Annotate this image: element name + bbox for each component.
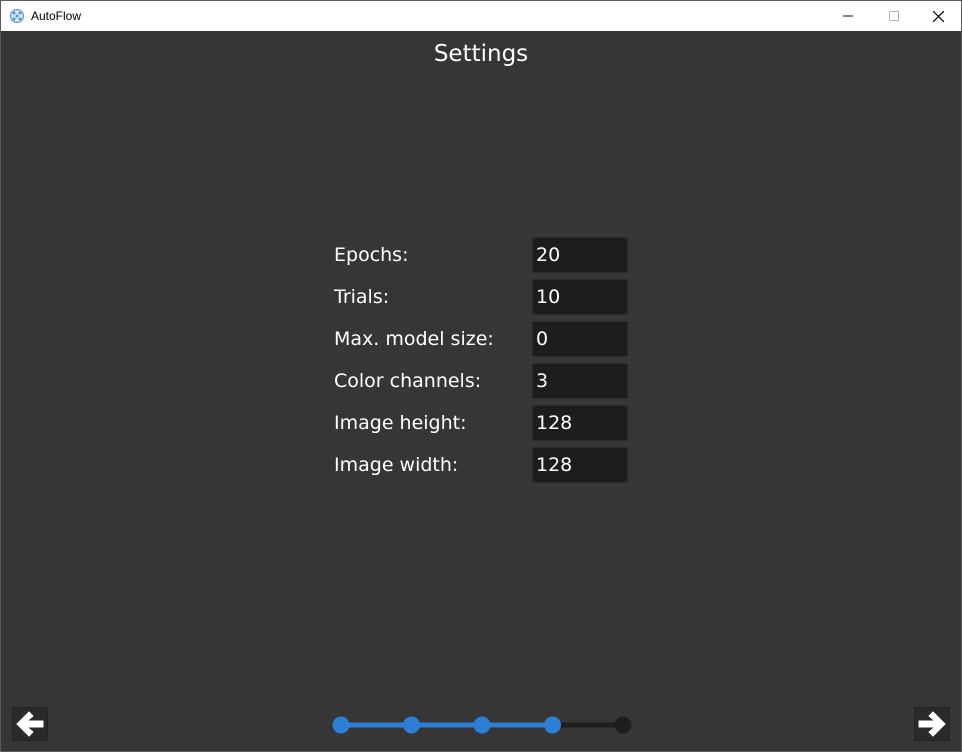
maximize-icon xyxy=(889,11,899,21)
title-bar[interactable]: AutoFlow xyxy=(1,1,961,31)
stepper-dot-5 xyxy=(614,716,632,734)
form-row-image-width: Image width: xyxy=(334,447,634,489)
back-button[interactable] xyxy=(12,707,48,741)
progress-stepper xyxy=(332,716,632,734)
minimize-button[interactable] xyxy=(825,1,871,31)
settings-form: Epochs: Trials: Max. model size: Color c… xyxy=(334,237,634,489)
arrow-right-icon xyxy=(918,711,946,737)
color-channels-label: Color channels: xyxy=(334,370,482,392)
close-icon xyxy=(932,10,944,22)
max-model-size-input[interactable] xyxy=(532,321,628,357)
form-row-max-model-size: Max. model size: xyxy=(334,321,634,363)
app-logo-icon xyxy=(10,9,24,23)
image-width-input[interactable] xyxy=(532,447,628,483)
image-height-input[interactable] xyxy=(532,405,628,441)
color-channels-input[interactable] xyxy=(532,363,628,399)
stepper-dot-3 xyxy=(473,716,491,734)
stepper-dot-2 xyxy=(403,716,420,734)
form-row-color-channels: Color channels: xyxy=(334,363,634,405)
trials-input[interactable] xyxy=(532,279,628,315)
trials-label: Trials: xyxy=(334,286,390,308)
form-row-trials: Trials: xyxy=(334,279,634,321)
close-button[interactable] xyxy=(915,1,961,31)
max-model-size-label: Max. model size: xyxy=(334,328,494,350)
epochs-label: Epochs: xyxy=(334,244,409,266)
form-row-epochs: Epochs: xyxy=(334,237,634,279)
epochs-input[interactable] xyxy=(532,237,628,273)
minimize-icon xyxy=(843,15,853,17)
window-title: AutoFlow xyxy=(31,9,82,23)
image-width-label: Image width: xyxy=(334,454,459,476)
image-height-label: Image height: xyxy=(334,412,467,434)
maximize-button[interactable] xyxy=(871,1,917,31)
arrow-left-icon xyxy=(16,711,44,737)
app-window: AutoFlow Settings Epochs: Trials: xyxy=(0,0,962,752)
form-row-image-height: Image height: xyxy=(334,405,634,447)
page-title: Settings xyxy=(433,41,529,67)
next-button[interactable] xyxy=(914,707,950,741)
stepper-dot-4 xyxy=(544,716,561,734)
stepper-dot-1 xyxy=(332,716,350,734)
